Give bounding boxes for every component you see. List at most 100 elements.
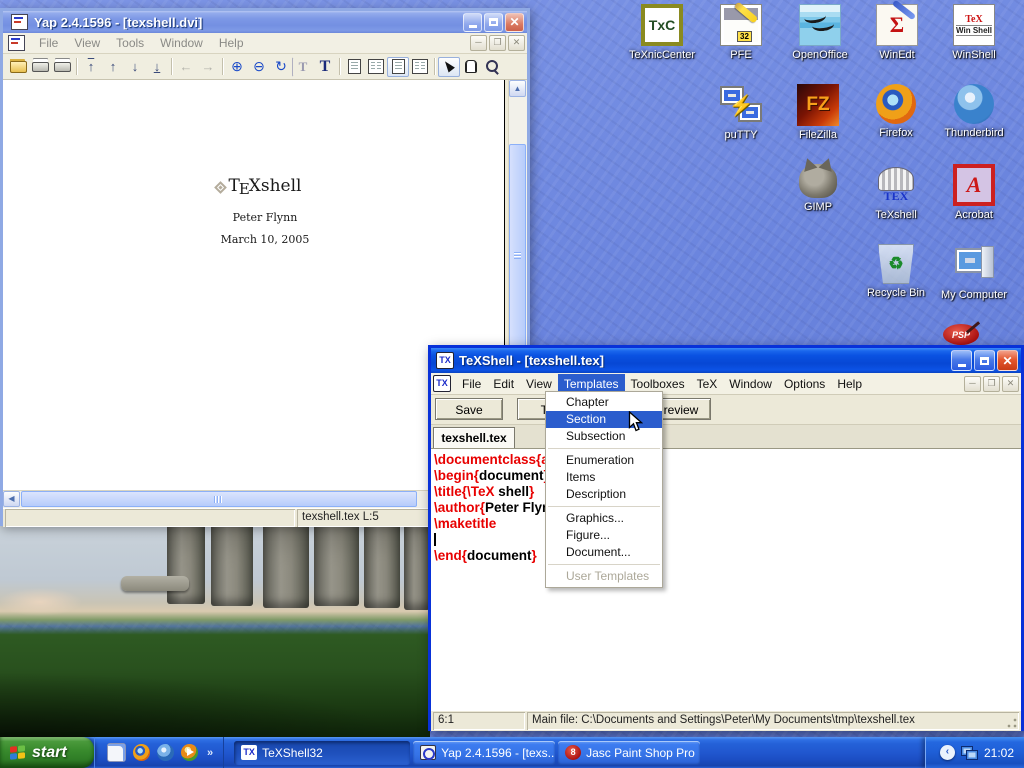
texshell-titlebar[interactable]: TX TeXShell - [texshell.tex] xyxy=(431,348,1021,373)
desktop-icon-texshell[interactable]: TEXTeXshell xyxy=(858,164,934,221)
media-player-icon[interactable] xyxy=(181,744,198,761)
firefox-icon[interactable] xyxy=(133,744,150,761)
tray-collapse-button[interactable]: ‹ xyxy=(940,745,955,760)
save-button[interactable]: Save xyxy=(435,398,503,420)
texshell-restore-button[interactable] xyxy=(974,350,995,371)
texshell-close-button[interactable] xyxy=(997,350,1018,371)
menu-edit[interactable]: Edit xyxy=(487,374,520,394)
menu-item-graphics[interactable]: Graphics... xyxy=(546,510,662,527)
menu-item-document[interactable]: Document... xyxy=(546,544,662,561)
scroll-thumb[interactable] xyxy=(21,491,417,507)
refresh-icon[interactable]: ↻ xyxy=(270,57,292,77)
texshell-editor[interactable]: \documentclass{art\begin{document}\title… xyxy=(431,448,1021,710)
view-facing-icon[interactable] xyxy=(365,57,387,77)
desktop-icon-ooo[interactable]: OpenOffice xyxy=(782,4,858,61)
yap-mdi-minimize[interactable]: ─ xyxy=(470,35,487,51)
latex-text: document xyxy=(479,468,544,483)
menu-item-subsection[interactable]: Subsection xyxy=(546,428,662,445)
desktop-icon-acrobat[interactable]: AAcrobat xyxy=(936,164,1012,221)
taskbar-button-psp[interactable]: 8Jasc Paint Shop Pro xyxy=(558,741,700,765)
psp-desktop-icon[interactable]: PSP xyxy=(943,324,979,345)
open-icon[interactable] xyxy=(7,57,29,77)
tab-texshell-tex[interactable]: texshell.tex xyxy=(433,427,515,448)
hand-icon[interactable] xyxy=(460,57,482,77)
view-continuous-facing-icon[interactable] xyxy=(409,57,431,77)
menu-item-chapter[interactable]: Chapter xyxy=(546,394,662,411)
thunderbird-icon[interactable] xyxy=(157,744,174,761)
desktop-icon-winedt[interactable]: ΣWinEdt xyxy=(859,4,935,61)
page-prev-icon[interactable]: ↑ xyxy=(102,57,124,77)
putty-icon: ⚡ xyxy=(720,84,762,126)
menu-item-section[interactable]: Section xyxy=(546,411,662,428)
zoom-in-icon[interactable]: ⊕ xyxy=(226,57,248,77)
desktop-icon-firefox[interactable]: Firefox xyxy=(858,84,934,139)
scroll-thumb[interactable] xyxy=(509,144,526,368)
forward-icon[interactable]: → xyxy=(197,57,219,77)
mycomputer-icon xyxy=(953,244,995,286)
quick-launch-overflow-chevron[interactable]: » xyxy=(205,747,215,759)
menu-help[interactable]: Help xyxy=(831,374,868,394)
menu-file[interactable]: File xyxy=(456,374,487,394)
desktop-icon-pfe[interactable]: 32PFE xyxy=(703,4,779,61)
print-icon[interactable] xyxy=(29,57,51,77)
desktop-icon-mycomputer[interactable]: My Computer xyxy=(936,244,1012,301)
texshell-mdi-close[interactable]: ✕ xyxy=(1002,376,1019,392)
yap-menu-help[interactable]: Help xyxy=(211,34,252,52)
page-first-icon[interactable]: ↑ xyxy=(80,57,102,77)
scroll-up-button[interactable]: ▲ xyxy=(509,80,526,97)
page-last-icon[interactable]: ↓ xyxy=(146,57,168,77)
start-label: start xyxy=(32,744,67,762)
desktop-icon-thunderbird[interactable]: Thunderbird xyxy=(936,84,1012,139)
latex-command: \begin{ xyxy=(434,468,479,483)
yap-menu-items: FileViewToolsWindowHelp xyxy=(31,34,252,52)
menu-item-description[interactable]: Description xyxy=(546,486,662,503)
desktop-icon-winshell[interactable]: TeXWin ShellWinShell xyxy=(936,4,1012,61)
yap-mdi-close[interactable]: ✕ xyxy=(508,35,525,51)
text-icon[interactable]: T xyxy=(314,57,336,77)
texshell-mdi-restore[interactable]: ❐ xyxy=(983,376,1000,392)
taskbar-button-yap[interactable]: Yap 2.4.1596 - [texs... xyxy=(413,741,555,765)
yap-menu-window[interactable]: Window xyxy=(152,34,211,52)
yap-titlebar[interactable]: Yap 2.4.1596 - [texshell.dvi] xyxy=(3,11,527,33)
menu-item-items[interactable]: Items xyxy=(546,469,662,486)
yap-minimize-button[interactable] xyxy=(463,13,482,32)
texshell-mdi-minimize[interactable]: ─ xyxy=(964,376,981,392)
texshell-minimize-button[interactable] xyxy=(951,350,972,371)
desktop-icon-putty[interactable]: ⚡puTTY xyxy=(703,84,779,141)
print-2-icon[interactable] xyxy=(51,57,73,77)
show-desktop-icon[interactable] xyxy=(107,743,126,762)
yap-menu-file[interactable]: File xyxy=(31,34,66,52)
latex-command: } xyxy=(529,484,534,499)
menu-separator xyxy=(548,564,660,565)
yap-maximize-button[interactable] xyxy=(484,13,503,32)
network-tray-icon[interactable] xyxy=(961,746,978,760)
thunderbird-icon xyxy=(954,84,994,124)
yap-close-button[interactable] xyxy=(505,13,524,32)
desktop-icon-filezilla[interactable]: FZFileZilla xyxy=(780,84,856,141)
ruler-icon[interactable]: T xyxy=(292,57,314,77)
desktop-icon-gimp[interactable]: GIMP xyxy=(780,164,856,213)
resize-grip[interactable] xyxy=(1006,717,1018,729)
scroll-left-button[interactable]: ◀ xyxy=(3,491,20,507)
menu-options[interactable]: Options xyxy=(778,374,831,394)
menu-item-figure[interactable]: Figure... xyxy=(546,527,662,544)
back-icon[interactable]: ← xyxy=(175,57,197,77)
yap-menu-tools[interactable]: Tools xyxy=(108,34,152,52)
magnify-icon[interactable] xyxy=(482,57,504,77)
view-single-icon[interactable] xyxy=(343,57,365,77)
select-icon[interactable] xyxy=(438,57,460,77)
view-continuous-icon[interactable] xyxy=(387,57,409,77)
zoom-out-icon[interactable]: ⊖ xyxy=(248,57,270,77)
texshell-taskbar-icon: TX xyxy=(241,745,257,760)
desktop-icon-recycle[interactable]: ♻Recycle Bin xyxy=(858,244,934,299)
yap-menu-view[interactable]: View xyxy=(66,34,108,52)
taskbar-button-texshell[interactable]: TXTeXShell32 xyxy=(234,741,410,765)
menu-item-enumeration[interactable]: Enumeration xyxy=(546,452,662,469)
page-next-icon[interactable]: ↓ xyxy=(124,57,146,77)
menu-window[interactable]: Window xyxy=(723,374,778,394)
desktop-icon-txc[interactable]: TxCTeXnicCenter xyxy=(624,4,700,61)
menu-separator xyxy=(548,506,660,507)
start-button[interactable]: start xyxy=(0,737,94,768)
menu-tex[interactable]: TeX xyxy=(691,374,724,394)
yap-mdi-restore[interactable]: ❐ xyxy=(489,35,506,51)
